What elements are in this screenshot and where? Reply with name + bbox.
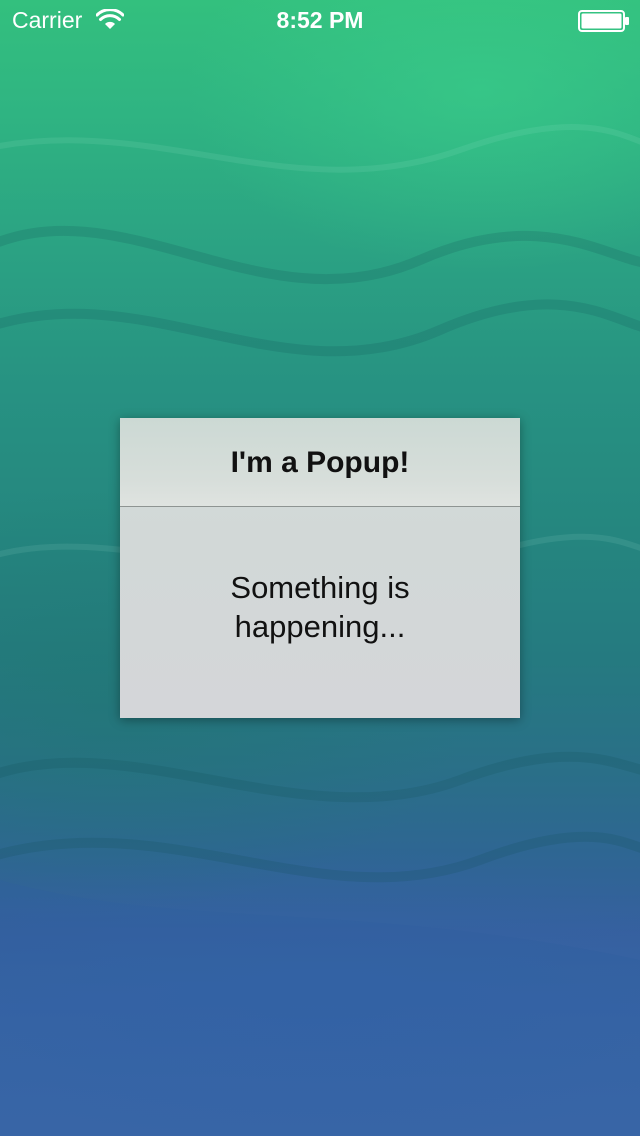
- status-bar: Carrier 8:52 PM: [0, 0, 640, 40]
- popup-header: I'm a Popup!: [120, 418, 520, 507]
- battery-icon: [578, 10, 629, 32]
- popup-message-line-2: happening...: [234, 609, 406, 644]
- popup-title: I'm a Popup!: [230, 446, 410, 479]
- popup-dialog[interactable]: I'm a Popup! Something is happening...: [120, 418, 520, 718]
- status-time: 8:52 PM: [276, 7, 364, 33]
- popup-message-line-1: Something is: [230, 570, 410, 605]
- popup-message: Something is happening...: [160, 568, 480, 646]
